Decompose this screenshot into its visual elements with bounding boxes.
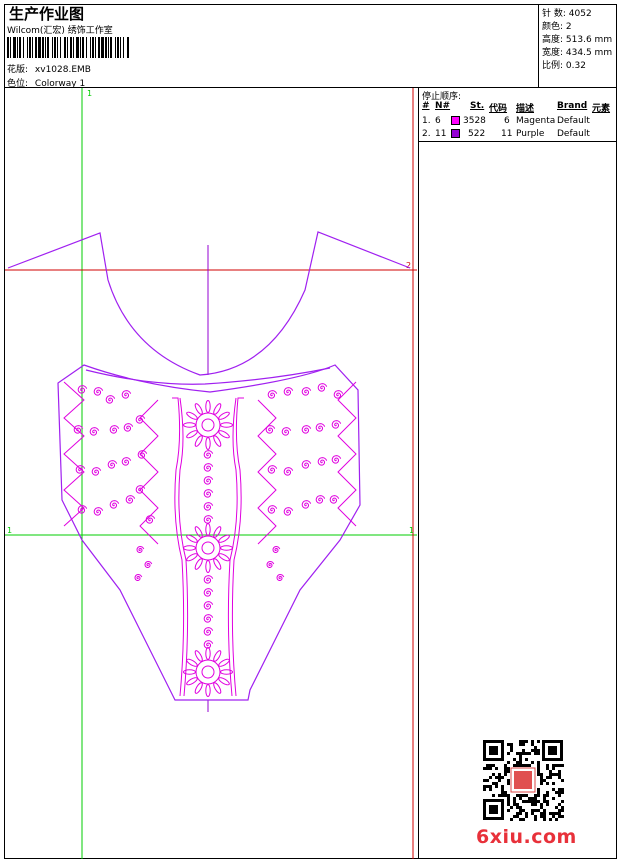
qr-code-image: [481, 738, 565, 822]
guide-label-v1: 1: [87, 89, 92, 98]
guide-label-h2: 2: [406, 261, 411, 270]
spiral-motif: [267, 465, 278, 474]
spiral-motif: [91, 467, 102, 476]
flower-motif: [183, 647, 233, 697]
spiral-motif: [109, 500, 120, 509]
center-panel: [172, 397, 244, 697]
flower-motifs: [183, 400, 233, 697]
embroidery-design: 1 1 2 1: [5, 88, 417, 859]
spiral-motif: [315, 423, 326, 432]
spiral-motif: [121, 457, 132, 466]
spiral-motif: [317, 383, 328, 392]
spiral-motif: [136, 545, 145, 553]
flower-motif: [183, 400, 233, 450]
spiral-motif: [267, 390, 278, 399]
spiral-motif: [203, 502, 214, 511]
spiral-motif: [203, 476, 214, 485]
flower-motif: [183, 523, 233, 573]
spiral-motif: [283, 467, 294, 476]
zigzag-border: [63, 381, 85, 527]
spiral-motif: [266, 560, 275, 568]
spiral-motif: [203, 450, 214, 459]
spiral-motif: [134, 573, 143, 581]
spiral-motif: [329, 495, 340, 504]
spiral-motif: [203, 601, 214, 610]
spiral-motif: [283, 387, 294, 396]
spiral-motif: [121, 390, 132, 399]
spiral-motif: [301, 500, 312, 509]
spiral-motif: [144, 560, 153, 568]
spiral-motif: [125, 495, 136, 504]
zigzag-border: [337, 381, 357, 527]
spiral-motif: [272, 545, 281, 553]
spiral-motif: [109, 425, 120, 434]
guide-label-h1-right: 1: [409, 526, 414, 535]
spiral-motif: [203, 614, 214, 623]
spiral-motif: [301, 387, 312, 396]
spiral-motif: [93, 387, 104, 396]
spiral-motif: [203, 640, 214, 649]
spiral-motif: [203, 588, 214, 597]
spiral-motifs: [73, 383, 344, 649]
spiral-motif: [203, 515, 214, 524]
spiral-motif: [107, 460, 118, 469]
spiral-motif: [105, 395, 116, 404]
spiral-motif: [315, 495, 326, 504]
spiral-motif: [276, 573, 285, 581]
spiral-motif: [73, 425, 84, 434]
spiral-motif: [317, 457, 328, 466]
spiral-motif: [267, 505, 278, 514]
spiral-motif: [283, 507, 294, 516]
watermark-site: 6xiu.com: [476, 826, 577, 848]
spiral-motif: [301, 425, 312, 434]
spiral-motif: [281, 427, 292, 436]
guide-label-h1: 1: [7, 526, 12, 535]
spiral-motif: [145, 515, 156, 524]
spiral-motif: [203, 463, 214, 472]
spiral-motif: [331, 455, 342, 464]
spiral-motif: [89, 427, 100, 436]
spiral-motif: [331, 420, 342, 429]
spiral-motif: [203, 575, 214, 584]
spiral-motif: [93, 507, 104, 516]
spiral-motif: [301, 460, 312, 469]
spiral-motif: [123, 423, 134, 432]
spiral-motif: [203, 627, 214, 636]
spiral-motif: [203, 489, 214, 498]
